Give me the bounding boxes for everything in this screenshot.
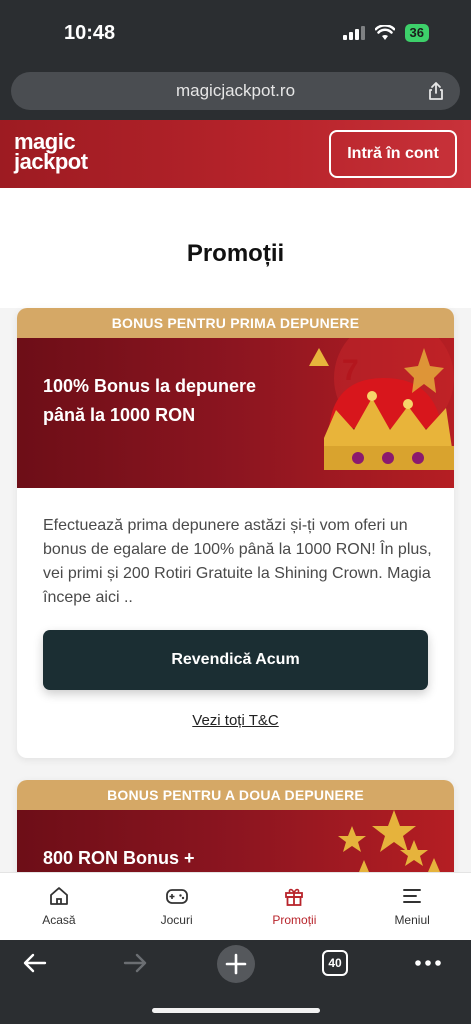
gamepad-icon bbox=[165, 889, 188, 904]
claim-button[interactable]: Revendică Acum bbox=[43, 630, 428, 690]
status-icons: 36 bbox=[342, 24, 429, 42]
new-tab-plus-icon[interactable] bbox=[216, 944, 256, 984]
crown-illustration: 7 bbox=[309, 338, 454, 470]
nav-label: Jocuri bbox=[160, 913, 193, 927]
promo-description: Efectuează prima depunere astăzi și-ți v… bbox=[43, 517, 432, 606]
battery-icon: 36 bbox=[404, 24, 429, 42]
browser-url-area: magicjackpot.ro bbox=[0, 68, 471, 120]
more-options-icon[interactable] bbox=[414, 958, 442, 968]
cellular-signal-icon bbox=[342, 26, 365, 40]
nav-label: Acasă bbox=[42, 913, 76, 927]
back-arrow-icon[interactable] bbox=[20, 948, 50, 978]
url-bar[interactable]: magicjackpot.ro bbox=[11, 72, 460, 110]
bottom-nav: Acasă Jocuri Promoții Meniul bbox=[0, 872, 471, 940]
promo-label: BONUS PENTRU A DOUA DEPUNERE bbox=[17, 780, 454, 810]
wifi-icon bbox=[374, 25, 395, 40]
login-button[interactable]: Intră în cont bbox=[329, 130, 457, 178]
stars-illustration bbox=[338, 810, 454, 872]
terms-link[interactable]: Vezi toți T&C bbox=[17, 712, 454, 729]
nav-item-games[interactable]: Jocuri bbox=[118, 873, 236, 940]
tabs-count-button[interactable]: 40 bbox=[322, 950, 348, 976]
promo-banner[interactable]: 100% Bonus la depunere până la 1000 RON … bbox=[17, 338, 454, 488]
home-indicator[interactable] bbox=[152, 1008, 320, 1013]
promo-banner[interactable]: 800 RON Bonus + bbox=[17, 810, 454, 872]
nav-item-home[interactable]: Acasă bbox=[0, 873, 118, 940]
share-icon[interactable] bbox=[426, 81, 446, 101]
svg-text:7: 7 bbox=[342, 354, 359, 387]
status-bar: 10:48 36 bbox=[0, 0, 471, 68]
main-content: Promoții BONUS PENTRU PRIMA DEPUNERE 100… bbox=[0, 188, 471, 872]
status-time: 10:48 bbox=[64, 22, 116, 44]
home-icon bbox=[49, 887, 68, 905]
nav-item-promotions[interactable]: Promoții bbox=[236, 873, 354, 940]
nav-label: Meniul bbox=[394, 913, 430, 927]
menu-icon bbox=[403, 889, 422, 903]
promo-title: 100% Bonus la depunere până la 1000 RON bbox=[43, 376, 257, 425]
gift-icon bbox=[285, 888, 304, 906]
nav-item-menu[interactable]: Meniul bbox=[353, 873, 471, 940]
site-header: magic jackpot Intră în cont bbox=[0, 120, 471, 188]
promo-card: BONUS PENTRU PRIMA DEPUNERE 100% Bonus l… bbox=[17, 308, 454, 758]
url-text: magicjackpot.ro bbox=[175, 81, 296, 100]
title-area: Promoții bbox=[0, 188, 471, 308]
promo-card: BONUS PENTRU A DOUA DEPUNERE 800 RON Bon… bbox=[17, 780, 454, 872]
forward-arrow-icon[interactable] bbox=[120, 948, 150, 978]
logo[interactable]: magic jackpot bbox=[14, 131, 88, 174]
promo-label: BONUS PENTRU PRIMA DEPUNERE bbox=[17, 308, 454, 338]
logo-line2: jackpot bbox=[14, 149, 88, 174]
promo-title: 800 RON Bonus + bbox=[43, 848, 195, 868]
page-title: Promoții bbox=[186, 240, 285, 267]
nav-label: Promoții bbox=[272, 913, 317, 927]
